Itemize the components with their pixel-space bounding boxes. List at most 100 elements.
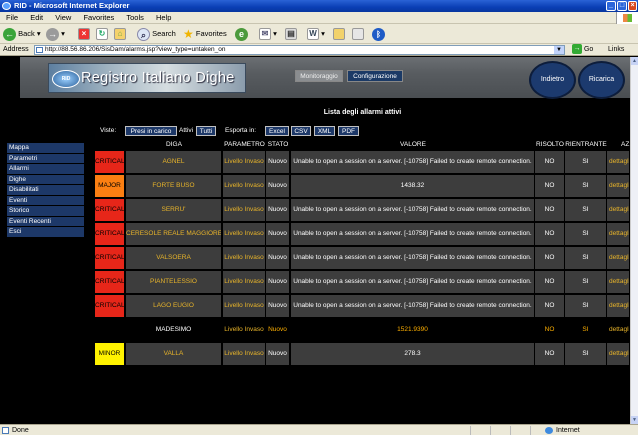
edit-button[interactable]: W ▾ [307,27,325,41]
scroll-down-icon[interactable]: ▼ [631,416,638,424]
sidebar-item-esci[interactable]: Esci [7,227,84,238]
dettagli-link[interactable]: dettagli [607,319,630,341]
stato-cell: Nuovo [266,295,290,317]
dettagli-link[interactable]: dettagli [607,271,630,293]
go-button[interactable]: → Go [572,44,593,56]
search-button[interactable]: ⌕ Search [137,27,176,41]
table-row: CRITICAL AGNEL Livello Invaso Nuovo Unable t… [95,151,630,174]
page-scrollbar[interactable]: ▲ ▼ [630,57,638,424]
messenger-button[interactable] [352,27,364,41]
close-icon[interactable]: × [628,1,637,11]
dettagli-link[interactable]: dettagli [607,343,630,365]
diga-cell[interactable]: PIANTELESSIO [126,271,222,293]
risolto-cell: NO [535,223,565,245]
sidebar-item-eventi-recenti[interactable]: Eventi Recenti [7,216,84,227]
dettagli-link[interactable]: dettagli [607,223,630,245]
sidebar-item-mappa[interactable]: Mappa [7,143,84,154]
view-attivi-current[interactable]: Attivi [179,127,193,134]
refresh-icon: ↻ [96,28,108,41]
valore-cell: 278.3 [291,343,535,365]
export-pdf-button[interactable]: PDF [338,126,359,136]
column-header-stato: STATO [267,141,289,148]
status-bar: Done Internet [0,424,638,435]
table-row: CRITICAL LAGO EUGIO Livello Invaso Nuovo Una… [95,295,630,318]
ie-icon [2,2,11,10]
rid-logo[interactable]: RID Registro Italiano Dighe [48,63,246,93]
rientrante-cell: SI [565,199,607,221]
severity-cell: CRITICAL [95,151,125,173]
view-presi-in-carico-button[interactable]: Presi in carico [125,126,177,136]
address-url: http://88.56.86.206/SisDam/alarms.jsp?vi… [45,46,226,53]
tab-configurazione[interactable]: Configurazione [347,70,403,82]
sidebar-item-disabilitati[interactable]: Disabilitati [7,185,84,196]
export-xml-button[interactable]: XML [314,126,335,136]
sidebar-item-eventi[interactable]: Eventi [7,195,84,206]
dettagli-link[interactable]: dettagli [607,295,630,317]
diga-cell[interactable]: CERESOLE REALE MAGGIORE [126,223,222,245]
dettagli-link[interactable]: dettagli [607,247,630,269]
menu-edit[interactable]: Edit [30,13,43,22]
print-button[interactable]: ▤ [285,27,297,41]
mail-icon: ✉ [259,28,271,41]
valore-cell: 1521.9390 [291,319,535,341]
back-button[interactable]: ← Back ▾ [3,27,41,41]
diga-cell[interactable]: AGNEL [126,151,222,173]
sidebar-item-storico[interactable]: Storico [7,206,84,217]
rientrante-cell: SI [565,295,607,317]
diga-cell[interactable]: LAGO EUGIO [126,295,222,317]
maximize-icon[interactable]: □ [617,1,627,11]
forward-button[interactable]: → ▾ [46,27,65,41]
sidebar-item-allarmi[interactable]: Allarmi [7,164,84,175]
export-excel-button[interactable]: Excel [265,126,289,136]
severity-cell: MAJOR [95,175,125,197]
star-icon: ★ [183,27,194,42]
scroll-up-icon[interactable]: ▲ [631,57,638,65]
dettagli-link[interactable]: dettagli [607,175,630,197]
diga-cell[interactable]: MADESIMO [126,319,222,341]
search-icon: ⌕ [137,27,150,41]
severity-cell: CRITICAL [95,271,125,293]
diga-cell[interactable]: VALLA [126,343,222,365]
mail-button[interactable]: ✉ ▾ [259,27,277,41]
back-label: Back [18,29,35,38]
media-button[interactable]: e [235,27,248,41]
diga-cell[interactable]: VALSOERA [126,247,222,269]
address-dropdown-icon[interactable]: ▼ [554,46,564,54]
tab-monitoraggio[interactable]: Monitoraggio [295,70,343,82]
sidebar-item-parametri[interactable]: Parametri [7,153,84,164]
home-button[interactable]: ⌂ [114,27,126,41]
sidebar-menu: Mappa Parametri Allarmi Dighe Disabilita… [7,143,84,238]
links-button[interactable]: Links [608,44,624,56]
diga-cell[interactable]: FORTE BUSO [126,175,222,197]
internet-zone-icon [545,427,553,434]
indietro-button[interactable]: Indietro [529,61,576,99]
page-title: Lista degli allarmi attivi [95,106,630,119]
favorites-button[interactable]: ★ Favorites [183,27,227,41]
bluetooth-button[interactable]: ᛒ [372,27,385,41]
diga-cell[interactable]: SERRU' [126,199,222,221]
parametro-cell: Livello Invaso [223,247,266,269]
dettagli-link[interactable]: dettagli [607,151,630,173]
dettagli-link[interactable]: dettagli [607,199,630,221]
stop-button[interactable]: × [78,27,90,41]
menu-help[interactable]: Help [156,13,171,22]
address-input[interactable]: http://88.56.86.206/SisDam/alarms.jsp?vi… [34,45,565,55]
view-tutti-button[interactable]: Tutti [196,126,216,136]
sidebar-item-dighe[interactable]: Dighe [7,174,84,185]
menu-view[interactable]: View [55,13,71,22]
folder-button[interactable] [333,27,345,41]
status-divider [490,426,491,435]
column-header-risolto: RISOLTO [536,141,564,148]
refresh-button[interactable]: ↻ [96,27,108,41]
export-csv-button[interactable]: CSV [291,126,311,136]
menu-favorites[interactable]: Favorites [83,13,114,22]
menu-file[interactable]: File [6,13,18,22]
column-header-parametro: PARAMETRO [224,141,265,148]
ricarica-button[interactable]: Ricarica [578,61,625,99]
media-icon: e [235,27,248,41]
valore-cell: Unable to open a session on a server. [-… [291,151,535,173]
menu-tools[interactable]: Tools [126,13,144,22]
minimize-icon[interactable]: _ [606,1,616,11]
favorites-label: Favorites [195,29,227,38]
stop-icon: × [78,28,90,41]
